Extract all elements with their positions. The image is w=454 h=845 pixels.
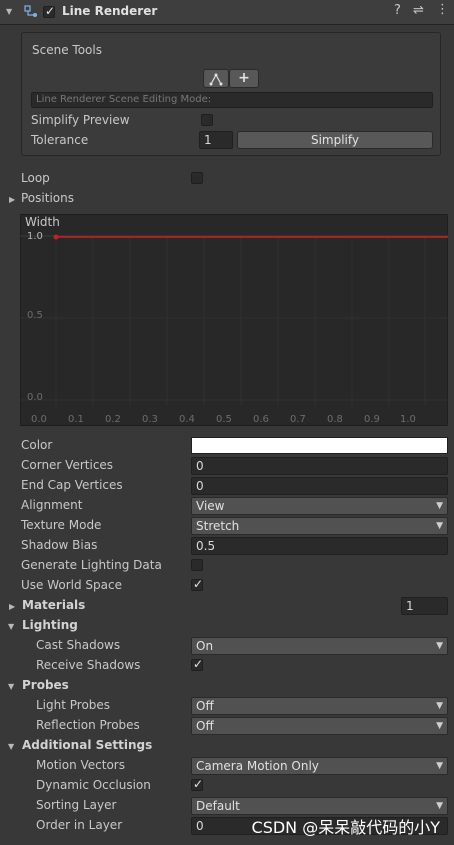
loop-label: Loop xyxy=(21,171,50,185)
cast-shadows-dropdown[interactable]: On ▼ xyxy=(191,637,448,655)
generate-lighting-checkbox[interactable] xyxy=(191,559,203,571)
reflection-probes-dropdown[interactable]: Off ▼ xyxy=(191,717,448,735)
chevron-down-icon: ▼ xyxy=(436,501,443,511)
additional-settings-foldout-icon[interactable]: ▼ xyxy=(8,742,14,751)
dynamic-occlusion-checkbox[interactable] xyxy=(191,777,203,791)
help-icon[interactable]: ? xyxy=(394,3,401,18)
chevron-down-icon: ▼ xyxy=(436,801,443,811)
chevron-down-icon: ▼ xyxy=(436,761,443,771)
width-curve-grid xyxy=(20,234,448,406)
x-tick-label: 0.5 xyxy=(216,414,232,425)
chevron-down-icon: ▼ xyxy=(436,641,443,651)
edit-points-icon xyxy=(209,73,223,86)
color-label: Color xyxy=(21,438,53,452)
shadow-bias-label: Shadow Bias xyxy=(21,538,98,552)
simplify-button[interactable]: Simplify xyxy=(237,131,433,149)
x-tick-label: 1.0 xyxy=(400,414,416,425)
materials-foldout-icon[interactable]: ▶ xyxy=(9,602,15,611)
generate-lighting-label: Generate Lighting Data xyxy=(21,558,162,572)
sorting-layer-value: Default xyxy=(196,799,240,813)
line-renderer-icon xyxy=(24,5,37,17)
lighting-foldout-icon[interactable]: ▼ xyxy=(8,622,14,631)
materials-count-field[interactable]: 1 xyxy=(401,597,448,615)
simplify-preview-checkbox[interactable] xyxy=(201,114,213,126)
chevron-down-icon: ▼ xyxy=(436,521,443,531)
scene-tools-title: Scene Tools xyxy=(32,43,102,57)
dynamic-occlusion-label: Dynamic Occlusion xyxy=(36,778,151,792)
alignment-dropdown[interactable]: View ▼ xyxy=(191,497,448,515)
chevron-down-icon: ▼ xyxy=(436,701,443,711)
tolerance-field[interactable]: 1 xyxy=(199,131,233,149)
motion-vectors-label: Motion Vectors xyxy=(36,758,125,772)
light-probes-label: Light Probes xyxy=(36,698,111,712)
order-in-layer-label: Order in Layer xyxy=(36,818,123,832)
x-tick-label: 0.2 xyxy=(105,414,121,425)
simplify-preview-label: Simplify Preview xyxy=(31,113,130,127)
cast-shadows-label: Cast Shadows xyxy=(36,638,121,652)
cast-shadows-value: On xyxy=(196,639,214,653)
chevron-down-icon: ▼ xyxy=(436,721,443,731)
width-curve-editor[interactable]: Width 1.0 0.5 0.0 0.0 0.1 0.2 0.3 0.4 0.… xyxy=(20,214,448,426)
y-tick-label: 0.0 xyxy=(27,392,43,403)
light-probes-dropdown[interactable]: Off ▼ xyxy=(191,697,448,715)
use-world-space-label: Use World Space xyxy=(21,578,123,592)
x-tick-label: 0.3 xyxy=(142,414,158,425)
width-label: Width xyxy=(25,215,60,229)
probes-foldout-icon[interactable]: ▼ xyxy=(8,682,14,691)
presets-icon[interactable]: ⇌ xyxy=(413,3,424,18)
use-world-space-checkbox[interactable] xyxy=(191,577,203,591)
context-menu-icon[interactable]: ⋮ xyxy=(436,2,449,17)
motion-vectors-dropdown[interactable]: Camera Motion Only ▼ xyxy=(191,757,448,775)
component-header: ▼ Line Renderer ? ⇌ ⋮ xyxy=(0,0,454,25)
texture-mode-dropdown[interactable]: Stretch ▼ xyxy=(191,517,448,535)
sorting-layer-label: Sorting Layer xyxy=(36,798,117,812)
edit-points-button[interactable] xyxy=(203,69,229,88)
watermark-text: CSDN @呆呆敲代码的小Y xyxy=(251,818,440,837)
x-tick-label: 0.6 xyxy=(253,414,269,425)
motion-vectors-value: Camera Motion Only xyxy=(196,759,319,773)
width-curve-key xyxy=(53,234,59,240)
x-tick-label: 0.7 xyxy=(290,414,306,425)
corner-vertices-field[interactable]: 0 xyxy=(191,457,448,475)
x-tick-label: 0.0 xyxy=(31,414,47,425)
lighting-label[interactable]: Lighting xyxy=(22,618,78,632)
x-tick-label: 0.8 xyxy=(327,414,343,425)
loop-checkbox[interactable] xyxy=(191,172,203,184)
positions-foldout-icon[interactable]: ▶ xyxy=(9,195,15,204)
color-swatch[interactable] xyxy=(191,437,448,454)
tolerance-label: Tolerance xyxy=(31,133,89,147)
foldout-arrow-icon[interactable]: ▼ xyxy=(6,7,12,16)
x-tick-label: 0.4 xyxy=(179,414,195,425)
end-cap-vertices-field[interactable]: 0 xyxy=(191,477,448,495)
texture-mode-label: Texture Mode xyxy=(21,518,102,532)
y-tick-label: 1.0 xyxy=(27,231,43,242)
texture-mode-value: Stretch xyxy=(196,519,240,533)
x-tick-label: 0.9 xyxy=(364,414,380,425)
scene-editing-mode-field: Line Renderer Scene Editing Mode: xyxy=(31,92,433,108)
end-cap-vertices-label: End Cap Vertices xyxy=(21,478,123,492)
probes-label[interactable]: Probes xyxy=(22,678,69,692)
component-title: Line Renderer xyxy=(62,4,158,18)
x-tick-label: 0.1 xyxy=(68,414,84,425)
additional-settings-label[interactable]: Additional Settings xyxy=(22,738,152,752)
corner-vertices-label: Corner Vertices xyxy=(21,458,114,472)
materials-label[interactable]: Materials xyxy=(22,598,85,612)
y-tick-label: 0.5 xyxy=(27,310,43,321)
alignment-value: View xyxy=(196,499,225,513)
alignment-label: Alignment xyxy=(21,498,83,512)
receive-shadows-checkbox[interactable] xyxy=(191,657,203,671)
shadow-bias-field[interactable]: 0.5 xyxy=(191,537,448,555)
add-points-button[interactable]: + xyxy=(229,69,259,88)
light-probes-value: Off xyxy=(196,699,214,713)
sorting-layer-dropdown[interactable]: Default ▼ xyxy=(191,797,448,815)
component-enabled-checkbox[interactable] xyxy=(43,4,55,18)
positions-label[interactable]: Positions xyxy=(21,191,74,205)
reflection-probes-label: Reflection Probes xyxy=(36,718,140,732)
receive-shadows-label: Receive Shadows xyxy=(36,658,141,672)
reflection-probes-value: Off xyxy=(196,719,214,733)
